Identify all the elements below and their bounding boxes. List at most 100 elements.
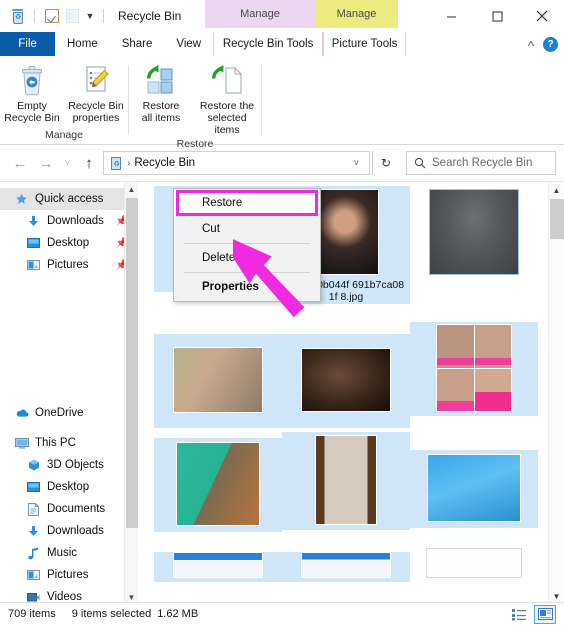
blank-doc-icon[interactable]	[64, 8, 81, 25]
up-button[interactable]: ↑	[77, 151, 101, 175]
recent-locations-button[interactable]: ˅	[60, 151, 75, 175]
tab-share[interactable]: Share	[110, 32, 165, 56]
sidebar-item-downloads-pc[interactable]: Downloads	[0, 520, 138, 542]
ribbon-item-label: Empty Recycle Bin	[4, 100, 60, 124]
tab-picture-tools[interactable]: Picture Tools	[323, 32, 407, 56]
list-item[interactable]	[410, 186, 538, 280]
scroll-up-arrow[interactable]: ▲	[125, 182, 138, 196]
maximize-button[interactable]	[474, 0, 520, 32]
scrollbar-thumb[interactable]	[550, 199, 564, 239]
collapse-ribbon-icon[interactable]: ˄	[527, 39, 535, 50]
sidebar-item-quick-access[interactable]: Quick access	[0, 188, 138, 210]
file-thumbnail[interactable]	[410, 186, 538, 278]
context-menu-item-restore[interactable]: Restore	[174, 190, 320, 216]
minimize-button[interactable]	[428, 0, 474, 32]
sidebar-item-onedrive[interactable]: OneDrive	[0, 402, 138, 424]
list-item[interactable]	[154, 334, 282, 428]
context-menu-item-delete[interactable]: Delete	[174, 245, 320, 271]
search-icon	[414, 157, 426, 169]
ribbon-group-divider	[261, 65, 262, 135]
item-count-label: 709 items	[8, 608, 56, 620]
scroll-up-arrow[interactable]: ▲	[549, 182, 564, 198]
sidebar-item-label: Downloads	[47, 215, 104, 227]
refresh-button[interactable]: ↻	[372, 151, 399, 175]
back-button[interactable]: ←	[8, 151, 32, 175]
sidebar-item-pictures[interactable]: Pictures 📌	[0, 254, 138, 276]
address-path-box[interactable]: ♻ › Recycle Bin ˅	[103, 151, 370, 175]
list-item[interactable]	[282, 432, 410, 530]
file-thumbnail[interactable]	[410, 322, 538, 414]
qat-dropdown-caret[interactable]: ▼	[85, 11, 95, 21]
sidebar-item-music[interactable]: Music	[0, 542, 138, 564]
search-box[interactable]: Search Recycle Bin	[406, 151, 556, 175]
file-thumbnail[interactable]	[154, 438, 282, 530]
file-thumbnail[interactable]	[410, 548, 538, 582]
file-thumbnail[interactable]	[282, 432, 410, 528]
sidebar-item-this-pc[interactable]: This PC	[0, 432, 138, 454]
file-list-scrollbar[interactable]: ▲ ▼	[548, 182, 564, 604]
sidebar-item-desktop[interactable]: Desktop 📌	[0, 232, 138, 254]
list-item[interactable]	[282, 552, 410, 582]
list-item[interactable]	[410, 322, 538, 416]
forward-button[interactable]: →	[34, 151, 58, 175]
list-item[interactable]	[410, 548, 538, 582]
list-item[interactable]	[154, 552, 282, 582]
restore-selected-items-button[interactable]: Restore the selected items	[193, 61, 261, 136]
sidebar-item-downloads[interactable]: Downloads 📌	[0, 210, 138, 232]
sidebar-item-documents[interactable]: Documents	[0, 498, 138, 520]
quick-access-toolbar: ♻ ▼ Recycle Bin	[0, 0, 181, 32]
breadcrumb[interactable]: Recycle Bin	[134, 157, 195, 169]
tab-recycle-bin-tools[interactable]: Recycle Bin Tools	[213, 32, 324, 56]
selection-size-label: 1.62 MB	[157, 608, 199, 620]
file-name	[410, 278, 538, 280]
file-name	[154, 530, 282, 532]
ribbon-group-manage: Empty Recycle Bin Recycle Bin properties…	[0, 56, 128, 144]
details-view-button[interactable]	[508, 605, 530, 624]
breadcrumb-separator: ›	[127, 157, 131, 169]
tab-home[interactable]: Home	[55, 32, 110, 56]
tab-view[interactable]: View	[164, 32, 213, 56]
restore-selected-items-icon	[209, 63, 245, 97]
context-menu[interactable]: Restore Cut Delete Properties	[173, 188, 321, 302]
navigation-pane-scrollbar[interactable]: ▲ ▼	[124, 182, 138, 604]
selection-label: 9 items selected	[71, 608, 152, 620]
3d-objects-icon	[26, 458, 41, 473]
list-item[interactable]	[282, 334, 410, 428]
chevron-down-icon[interactable]: ˅	[348, 158, 365, 168]
tab-file[interactable]: File	[0, 32, 55, 56]
view-mode-buttons	[508, 604, 556, 624]
file-thumbnail[interactable]	[282, 334, 410, 426]
sidebar-item-3d-objects[interactable]: 3D Objects	[0, 454, 138, 476]
scrollbar-thumb[interactable]	[126, 198, 138, 528]
pictures-icon	[26, 258, 41, 273]
empty-recycle-bin-button[interactable]: Empty Recycle Bin	[0, 61, 64, 124]
file-thumbnail[interactable]	[154, 334, 282, 426]
file-thumbnail[interactable]	[410, 450, 538, 526]
list-item[interactable]	[410, 450, 538, 528]
properties-check-icon[interactable]	[43, 8, 60, 25]
sidebar-item-desktop-pc[interactable]: Desktop	[0, 476, 138, 498]
ribbon-group-label: Restore	[176, 138, 214, 150]
downloads-icon	[26, 214, 41, 229]
close-button[interactable]	[520, 0, 564, 32]
this-pc-icon	[14, 436, 29, 451]
recycle-bin-properties-button[interactable]: Recycle Bin properties	[64, 61, 128, 124]
sidebar-item-label: Downloads	[47, 525, 104, 537]
help-icon[interactable]: ?	[543, 36, 558, 52]
title-bar: ♻ ▼ Recycle Bin Manage Manage	[0, 0, 564, 32]
context-menu-item-properties[interactable]: Properties	[174, 274, 320, 300]
sidebar-item-pictures-pc[interactable]: Pictures	[0, 564, 138, 586]
navigation-pane: Quick access Downloads 📌 Desktop 📌 Pictu…	[0, 182, 138, 604]
file-thumbnail[interactable]	[154, 552, 282, 582]
file-thumbnail[interactable]	[282, 552, 410, 582]
search-input[interactable]: Search Recycle Bin	[432, 157, 532, 169]
sidebar-item-label: 3D Objects	[47, 459, 104, 471]
list-item[interactable]	[154, 438, 282, 532]
context-menu-item-cut[interactable]: Cut	[174, 216, 320, 242]
large-icons-view-button[interactable]	[534, 604, 556, 624]
sidebar-item-label: This PC	[35, 437, 76, 449]
recycle-bin-icon[interactable]: ♻	[9, 8, 26, 25]
empty-recycle-bin-icon	[17, 63, 47, 97]
restore-all-items-button[interactable]: Restore all items	[129, 61, 193, 124]
